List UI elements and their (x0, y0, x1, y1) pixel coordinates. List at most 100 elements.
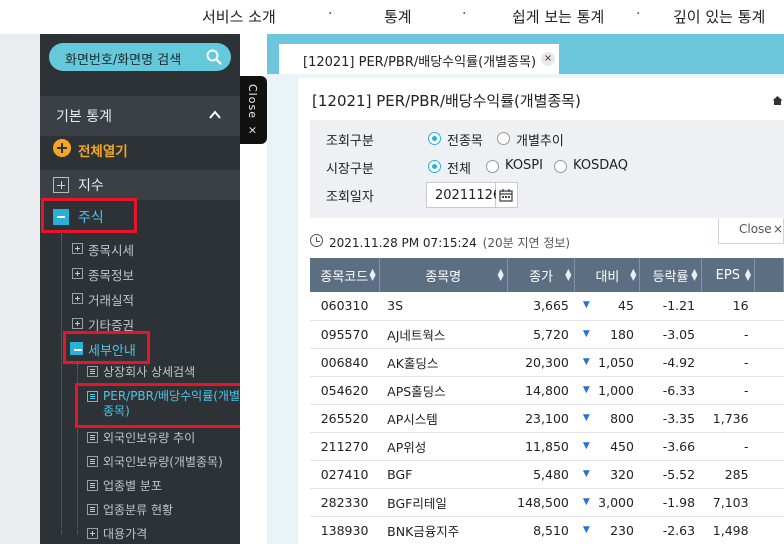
nav-statistics[interactable]: 통계 (384, 6, 412, 27)
stock-name-cell: AK홀딩스 (379, 348, 508, 377)
down-arrow-icon: ▼ (582, 496, 590, 507)
change-cell: ▼ 45 (574, 292, 640, 321)
content-panel: [12021] PER/PBR/배당수익률(개별종목) 조회구분 전종목 개별추… (298, 78, 784, 544)
rate-cell: -1.21 (639, 292, 702, 321)
clock-icon (310, 234, 323, 247)
date-input[interactable]: 20211126 (426, 182, 501, 208)
extra-cell (754, 432, 784, 461)
screen-search-input[interactable]: 화면번호/화면명 검색 (49, 43, 231, 71)
nav-separator: · (636, 6, 641, 22)
sidebar-item-company-search[interactable]: 상장회사 상세검색 (40, 360, 240, 382)
top-nav: 서비스 소개 · 통계 · 쉽게 보는 통계 · 깊이 있는 통계 (0, 0, 784, 34)
radio-individual-trend[interactable] (497, 132, 510, 145)
main-area: [12021] PER/PBR/배당수익률(개별종목) × [12021] PE… (267, 34, 784, 544)
column-header-name[interactable]: 종목명 ▲ ▼ (379, 258, 508, 292)
column-header-eps[interactable]: EPS ▲ ▼ (701, 258, 756, 292)
section-basic-statistics[interactable]: 기본 통계 (40, 96, 240, 136)
sort-icon: ▲ ▼ (630, 267, 637, 282)
table-row[interactable]: 006840 AK홀딩스 20,300 ▼ 1,050 -4.92- (310, 348, 784, 377)
tab-label: [12021] PER/PBR/배당수익률(개별종목) (303, 55, 537, 70)
down-arrow-icon: ▼ (582, 300, 590, 310)
chevron-up-icon[interactable] (208, 108, 222, 122)
sidebar-item-label: 종목정보 (88, 268, 135, 283)
section-title: 기본 통계 (56, 109, 112, 125)
table-row[interactable]: 054620 APS홀딩스 14,800 ▼ 1,000 -6.33- (310, 376, 784, 405)
calendar-button[interactable] (496, 182, 518, 208)
radio-market-all[interactable] (428, 160, 441, 173)
expand-icon (72, 243, 83, 254)
down-arrow-icon: ▼ (582, 356, 590, 367)
column-header-change[interactable]: 대비 ▲ ▼ (574, 258, 641, 292)
expand-icon (87, 528, 98, 539)
close-label: Close (739, 222, 772, 236)
eps-cell: 285 (701, 460, 755, 489)
date-value: 20211126 (435, 188, 502, 203)
tab-per-pbr[interactable]: [12021] PER/PBR/배당수익률(개별종목) × (279, 44, 559, 74)
sidebar-item-label: 업종분류 현황 (103, 503, 174, 517)
rate-cell: -6.33 (639, 376, 702, 405)
radio-kosdaq[interactable] (554, 160, 567, 173)
search-icon[interactable] (205, 48, 223, 66)
extra-cell (754, 376, 784, 405)
extra-cell (754, 348, 784, 377)
table-row[interactable]: 060310 3S 3,665 ▼ 45 -1.21 16 (310, 292, 784, 321)
radio-label: 전체 (447, 162, 471, 177)
close-price-cell: 11,850 (507, 432, 575, 461)
table-row[interactable]: 138930 BNK금융지주 8,510 ▼ 230 -2.63 1,498 (310, 516, 784, 544)
sidebar-item-stock-info[interactable]: 종목정보 (40, 261, 240, 285)
table-row[interactable]: 027410 BGF 5,480 ▼ 320 -5.52 285 (310, 460, 784, 489)
column-header-close[interactable]: 종가 ▲ ▼ (507, 258, 576, 292)
data-table: 종목코드 ▲ ▼ 종목명 ▲ ▼ 종가 ▲ ▼ 대비 ▲ ▼ 등락률 ▲ ▼ EPS ▲ ▼ 06031… (310, 258, 784, 544)
close-icon: × (773, 222, 784, 236)
nav-easy-statistics[interactable]: 쉽게 보는 통계 (512, 6, 604, 27)
expand-icon (72, 293, 83, 304)
sidebar-item-industry-classification[interactable]: 업종분류 현황 (40, 498, 240, 520)
rate-cell: -2.63 (639, 516, 702, 544)
close-price-cell: 23,100 (507, 404, 575, 433)
market-label: 시장구분 (326, 162, 374, 177)
stock-name-cell: AJ네트웍스 (379, 320, 508, 349)
eps-cell: 16 (701, 292, 755, 321)
expand-all-label: 전체열기 (78, 144, 128, 160)
nav-service-intro[interactable]: 서비스 소개 (202, 6, 276, 27)
change-cell: ▼ 450 (574, 432, 640, 461)
rate-cell: -3.35 (639, 404, 702, 433)
close-button[interactable]: Close × (718, 218, 784, 244)
expand-all-row[interactable]: 전체열기 (40, 136, 240, 164)
table-row[interactable]: 265520 AP시스템 23,100 ▼ 800 -3.35 1,736 (310, 404, 784, 433)
document-icon (87, 504, 98, 515)
sidebar-item-foreign-holdings-trend[interactable]: 외국인보유량 추이 (40, 426, 240, 448)
radio-label: 전종목 (447, 134, 483, 149)
sidebar-item-substitute-price[interactable]: 대용가격 (40, 522, 240, 544)
highlight-box (41, 198, 137, 233)
column-header-code[interactable]: 종목코드 ▲ ▼ (310, 258, 380, 292)
radio-kospi[interactable] (486, 160, 499, 173)
table-row[interactable]: 282330 BGF리테일 148,500 ▼ 3,000 -1.98 7,103 (310, 488, 784, 517)
close-price-cell: 14,800 (507, 376, 575, 405)
sidebar-item-trading-results[interactable]: 거래실적 (40, 286, 240, 310)
change-cell: ▼ 1,000 (574, 376, 640, 405)
nav-deep-statistics[interactable]: 깊이 있는 통계 (673, 6, 765, 27)
column-header-rate[interactable]: 등락률 ▲ ▼ (639, 258, 702, 292)
home-icon[interactable] (772, 95, 783, 106)
table-row[interactable]: 095570 AJ네트웍스 5,720 ▼ 180 -3.05- (310, 320, 784, 349)
close-price-cell: 148,500 (507, 488, 575, 517)
radio-all-stocks[interactable] (428, 132, 441, 145)
tab-bar: [12021] PER/PBR/배당수익률(개별종목) × (267, 34, 784, 74)
timestamp-value: 2021.11.28 PM 07:15:24 (329, 236, 477, 250)
sidebar-item-label: 업종별 분포 (103, 479, 163, 493)
change-cell: ▼ 800 (574, 404, 640, 433)
radio-label: KOSDAQ (573, 158, 628, 173)
sidebar-close-tab[interactable]: Close × (240, 76, 267, 144)
table-row[interactable]: 211270 AP위성 11,850 ▼ 450 -3.66- (310, 432, 784, 461)
sidebar-item-stock-quotes[interactable]: 종목시세 (40, 236, 240, 260)
change-cell: ▼ 1,050 (574, 348, 640, 377)
sidebar-item-index[interactable]: 지수 (40, 170, 240, 200)
stock-name-cell: APS홀딩스 (379, 376, 508, 405)
down-arrow-icon: ▼ (582, 412, 590, 423)
tab-close-icon[interactable]: × (541, 52, 555, 66)
change-cell: ▼ 180 (574, 320, 640, 349)
delay-note: (20분 지연 정보) (482, 236, 571, 250)
sidebar-item-foreign-holdings-stock[interactable]: 외국인보유량(개별종목) (40, 450, 240, 472)
sidebar-item-industry-distribution[interactable]: 업종별 분포 (40, 474, 240, 496)
